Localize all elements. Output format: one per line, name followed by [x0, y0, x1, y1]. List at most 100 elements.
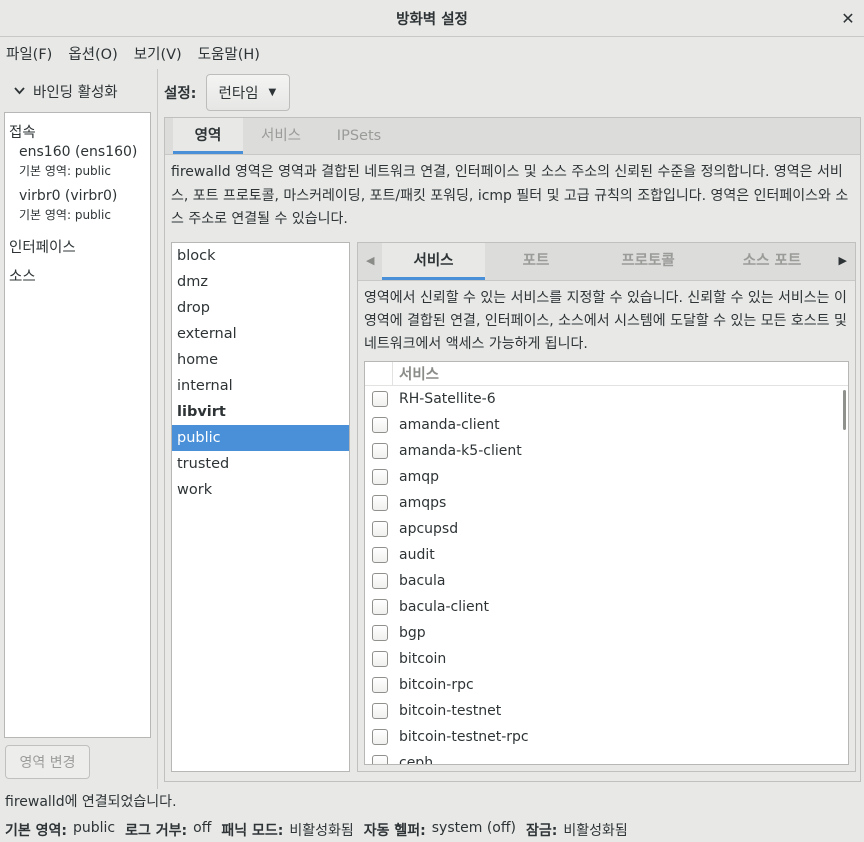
service-row[interactable]: audit	[365, 542, 848, 568]
service-checkbox[interactable]	[372, 547, 388, 563]
zone-settings-tabs: ◀ 서비스 포트 프로토콜 소스 포트 ▶	[358, 243, 855, 281]
service-checkbox[interactable]	[372, 443, 388, 459]
tab-scroll-left-icon[interactable]: ◀	[366, 254, 374, 267]
service-name: bitcoin-rpc	[399, 677, 474, 693]
service-name: bitcoin	[399, 651, 447, 667]
service-row[interactable]: bitcoin-rpc	[365, 672, 848, 698]
service-row[interactable]: amqp	[365, 464, 848, 490]
zone-item-selected[interactable]: public	[172, 425, 349, 451]
menu-bar: 파일(F) 옵션(O) 보기(V) 도움말(H)	[0, 37, 864, 69]
service-checkbox[interactable]	[372, 599, 388, 615]
scrollbar[interactable]	[843, 390, 846, 430]
service-rows: RH-Satellite-6 amanda-client amanda-k5-cli…	[365, 386, 848, 764]
log-denied-label: 로그 거부:	[125, 823, 188, 839]
lockdown-value: 비활성화됨	[563, 823, 628, 839]
tab-services[interactable]: 서비스	[246, 118, 316, 154]
close-icon[interactable]: ✕	[838, 8, 858, 28]
service-name: amanda-k5-client	[399, 443, 522, 459]
connection-item[interactable]: virbr0 (virbr0) 기본 영역: public	[5, 186, 150, 230]
service-row[interactable]: bitcoin	[365, 646, 848, 672]
pane-divider[interactable]	[157, 69, 158, 789]
sources-heading[interactable]: 소스	[5, 259, 150, 288]
service-checkbox[interactable]	[372, 417, 388, 433]
menu-options[interactable]: 옵션(O)	[68, 43, 117, 64]
service-row[interactable]: amanda-client	[365, 412, 848, 438]
main-notebook: 영역 서비스 IPSets firewalld 영역은 영역과 결합된 네트워크…	[164, 117, 861, 782]
zone-item[interactable]: trusted	[172, 451, 349, 477]
zone-item[interactable]: dmz	[172, 269, 349, 295]
service-row[interactable]: bacula	[365, 568, 848, 594]
lockdown-label: 잠금:	[525, 823, 558, 839]
binding-panel: 바인딩 활성화	[4, 70, 151, 112]
binding-expander[interactable]: 바인딩 활성화	[4, 70, 151, 112]
binding-label: 바인딩 활성화	[33, 84, 118, 101]
connection-item[interactable]: ens160 (ens160) 기본 영역: public	[5, 142, 150, 186]
menu-view[interactable]: 보기(V)	[134, 43, 182, 64]
service-checkbox[interactable]	[372, 469, 388, 485]
service-checkbox[interactable]	[372, 625, 388, 641]
service-name: amanda-client	[399, 417, 500, 433]
service-checkbox[interactable]	[372, 729, 388, 745]
subtab-ports[interactable]: 포트	[496, 243, 576, 280]
zone-item[interactable]: external	[172, 321, 349, 347]
service-checkbox[interactable]	[372, 651, 388, 667]
connection-status: firewalld에 연결되었습니다.	[5, 794, 177, 810]
service-checkbox[interactable]	[372, 573, 388, 589]
service-name: amqp	[399, 469, 439, 485]
zone-item[interactable]: drop	[172, 295, 349, 321]
interfaces-heading[interactable]: 인터페이스	[5, 230, 150, 259]
service-name: bacula-client	[399, 599, 490, 615]
change-zone-button[interactable]: 영역 변경	[5, 745, 90, 779]
settings-row: 설정: 런타임 ▼	[164, 74, 291, 111]
service-row[interactable]: RH-Satellite-6	[365, 386, 848, 412]
auto-helper-value: system (off)	[431, 820, 516, 836]
tab-zones[interactable]: 영역	[173, 118, 243, 154]
service-name: bitcoin-testnet-rpc	[399, 729, 529, 745]
settings-label: 설정:	[164, 86, 197, 102]
service-checkbox[interactable]	[372, 677, 388, 693]
zone-item[interactable]: work	[172, 477, 349, 503]
zone-settings-notebook: ◀ 서비스 포트 프로토콜 소스 포트 ▶ 영역에서 신뢰할 수 있는 서비스를…	[357, 242, 856, 772]
log-denied-value: off	[193, 820, 212, 836]
zone-item[interactable]: libvirt	[172, 399, 349, 425]
service-row[interactable]: amqps	[365, 490, 848, 516]
chevron-down-icon	[14, 85, 25, 98]
auto-helper-label: 자동 헬퍼:	[363, 823, 426, 839]
zone-item[interactable]: block	[172, 243, 349, 269]
service-checkbox[interactable]	[372, 495, 388, 511]
service-row[interactable]: ceph	[365, 750, 848, 764]
connections-heading[interactable]: 접속	[5, 113, 150, 142]
connections-list: 접속 ens160 (ens160) 기본 영역: public virbr0 …	[4, 112, 151, 738]
menu-file[interactable]: 파일(F)	[6, 43, 52, 64]
service-row[interactable]: bitcoin-testnet	[365, 698, 848, 724]
menu-help[interactable]: 도움말(H)	[198, 43, 260, 64]
zone-item[interactable]: internal	[172, 373, 349, 399]
window-title: 방화벽 설정	[396, 11, 468, 28]
services-description: 영역에서 신뢰할 수 있는 서비스를 지정할 수 있습니다. 신뢰할 수 있는 …	[364, 290, 847, 352]
tab-ipsets[interactable]: IPSets	[319, 118, 399, 154]
service-name: audit	[399, 547, 435, 563]
service-name: bacula	[399, 573, 446, 589]
service-checkbox[interactable]	[372, 391, 388, 407]
service-row[interactable]: amanda-k5-client	[365, 438, 848, 464]
subtab-services[interactable]: 서비스	[382, 243, 485, 280]
panic-mode-label: 패닉 모드:	[221, 823, 284, 839]
service-row[interactable]: apcupsd	[365, 516, 848, 542]
checkbox-column-header[interactable]	[365, 362, 393, 386]
service-checkbox[interactable]	[372, 703, 388, 719]
service-checkbox[interactable]	[372, 755, 388, 764]
tab-scroll-right-icon[interactable]: ▶	[839, 254, 847, 267]
zone-item[interactable]: home	[172, 347, 349, 373]
dropdown-arrow-icon: ▼	[268, 87, 277, 98]
service-row[interactable]: bitcoin-testnet-rpc	[365, 724, 848, 750]
service-name: amqps	[399, 495, 447, 511]
service-row[interactable]: bacula-client	[365, 594, 848, 620]
service-column-header[interactable]: 서비스	[393, 363, 439, 384]
subtab-protocols[interactable]: 프로토콜	[598, 243, 698, 280]
service-row[interactable]: bgp	[365, 620, 848, 646]
connection-name: virbr0 (virbr0)	[19, 188, 118, 204]
service-checkbox[interactable]	[372, 521, 388, 537]
main-tabs: 영역 서비스 IPSets	[165, 118, 860, 155]
configuration-dropdown[interactable]: 런타임 ▼	[206, 74, 291, 111]
subtab-source-ports[interactable]: 소스 포트	[722, 243, 822, 280]
